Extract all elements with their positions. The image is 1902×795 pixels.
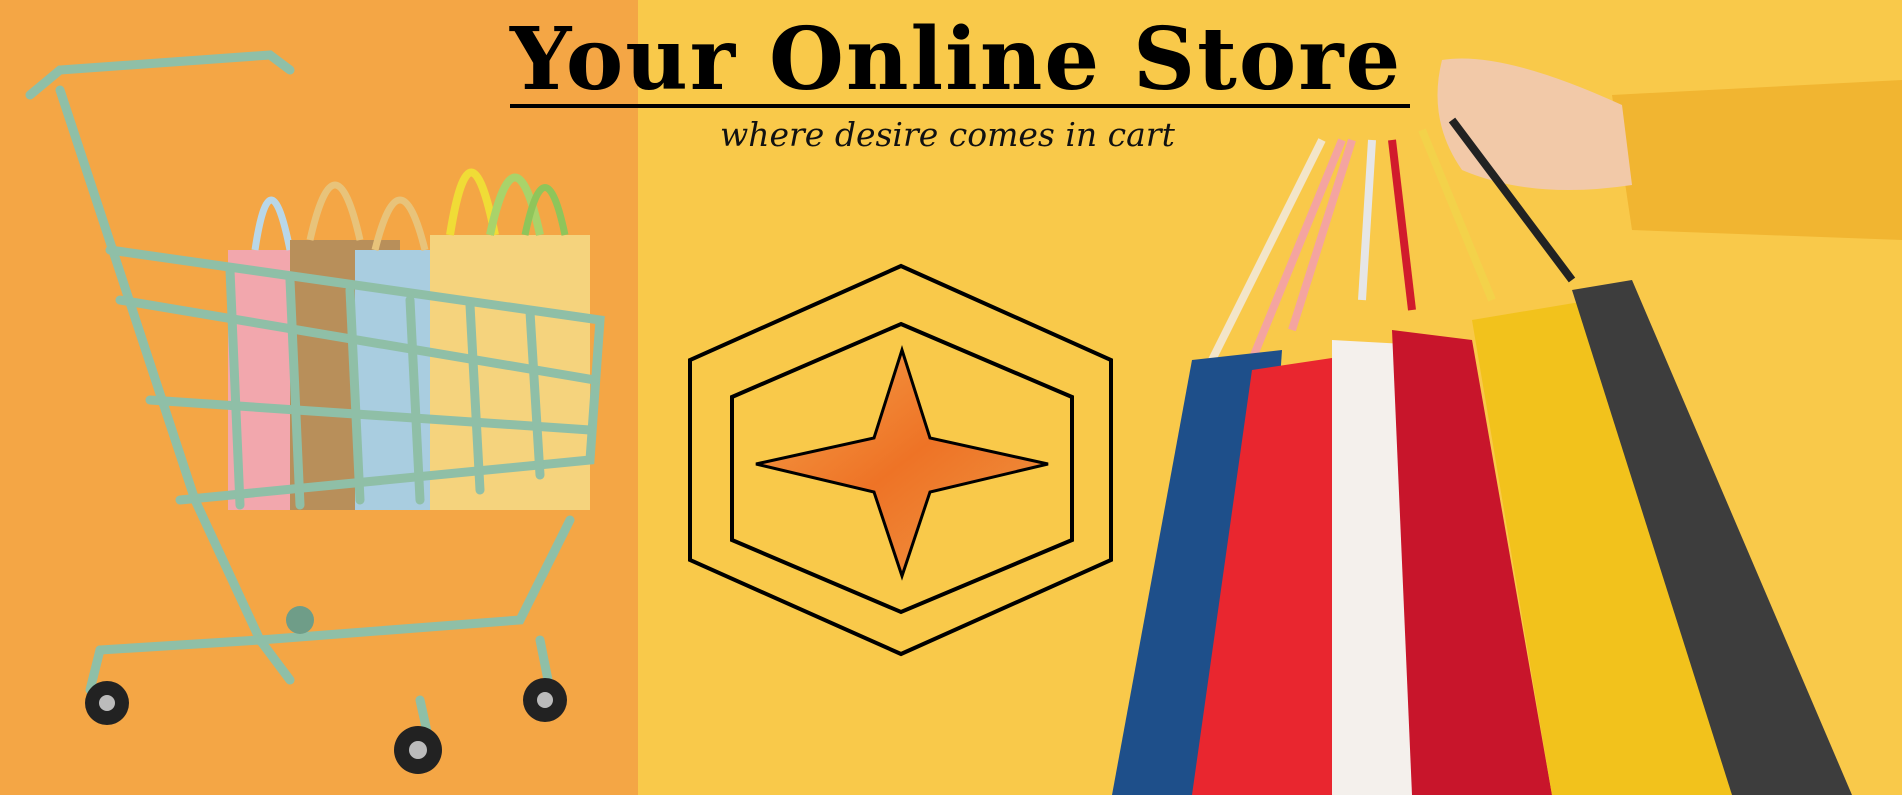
hand (1437, 58, 1632, 190)
cart-photo-panel (0, 0, 638, 795)
title-underline (510, 104, 1410, 108)
star-icon (755, 345, 1049, 581)
shopping-cart-illustration (25, 50, 605, 774)
store-title: Your Online Store (510, 9, 1403, 110)
logo-emblem (688, 263, 1113, 657)
store-tagline: where desire comes in cart (720, 115, 1175, 154)
sleeve (1612, 80, 1902, 240)
